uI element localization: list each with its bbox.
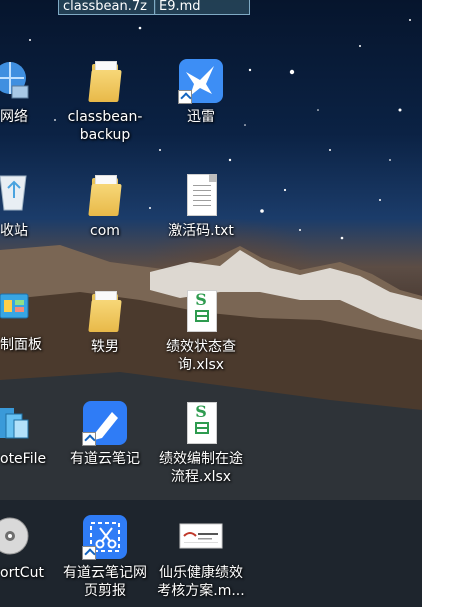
cd-shortcut-icon	[0, 514, 30, 558]
icon-label: 轶男	[91, 339, 119, 355]
desktop-icon-com[interactable]: com	[61, 172, 149, 240]
folder-icon	[82, 172, 128, 218]
document-thumbnail-icon	[178, 514, 224, 560]
icon-label: 有道云笔记网 页剪报	[63, 565, 147, 599]
icon-label: 激活码.txt	[168, 223, 234, 239]
desktop-icon-activation-code[interactable]: 激活码.txt	[157, 172, 245, 240]
icon-label: 绩效编制在途 流程.xlsx	[159, 451, 243, 485]
desktop-icon-performance-flow[interactable]: S 绩效编制在途 流程.xlsx	[157, 400, 245, 486]
desktop-icon-youdao-clipper[interactable]: 有道云笔记网 页剪报	[61, 514, 149, 600]
desktop-icon-yinan[interactable]: 轶男	[61, 288, 149, 356]
control-panel-icon	[0, 286, 30, 330]
folder-icon	[82, 288, 128, 334]
network-globe-icon	[0, 58, 30, 102]
youdao-note-icon	[82, 400, 128, 446]
desktop-icon-xianle-plan[interactable]: 仙乐健康绩效 考核方案.m...	[157, 514, 245, 600]
spreadsheet-file-icon: S	[178, 400, 224, 446]
folder-icon	[82, 58, 128, 104]
icon-label: 迅雷	[187, 109, 215, 125]
youdao-clipper-icon	[82, 514, 128, 560]
left-label-control-panel[interactable]: 制面板	[0, 336, 42, 354]
xunlei-bird-icon	[178, 58, 224, 104]
desktop-wallpaper: classbean.7z E9.md 网络 收站 制面板 oteFile ort…	[0, 0, 422, 607]
icon-label: 仙乐健康绩效 考核方案.m...	[157, 565, 245, 599]
left-label-network[interactable]: 网络	[0, 108, 28, 126]
icon-label: 有道云笔记	[70, 451, 140, 467]
desktop-icon-performance-status[interactable]: S 绩效状态查 询.xlsx	[157, 288, 245, 374]
icon-label: com	[90, 223, 120, 239]
desktop-icon-classbean-backup[interactable]: classbean- backup	[61, 58, 149, 144]
recycle-bin-icon	[0, 170, 30, 214]
desktop-icon-xunlei[interactable]: 迅雷	[157, 58, 245, 126]
desktop-icon-youdao-note[interactable]: 有道云笔记	[61, 400, 149, 468]
left-label-recycle-bin[interactable]: 收站	[0, 222, 28, 240]
text-file-icon	[178, 172, 224, 218]
icon-label: classbean- backup	[67, 109, 143, 143]
tab-classbean-7z[interactable]: classbean.7z	[58, 0, 156, 15]
icon-label: 绩效状态查 询.xlsx	[166, 339, 236, 373]
adjacent-window-pane	[422, 0, 464, 607]
tab-e9-md[interactable]: E9.md	[154, 0, 250, 15]
left-label-onenote[interactable]: oteFile	[0, 450, 46, 468]
onenote-icon	[0, 400, 30, 444]
spreadsheet-file-icon: S	[178, 288, 224, 334]
left-label-shortcut[interactable]: ortCut	[0, 564, 44, 582]
